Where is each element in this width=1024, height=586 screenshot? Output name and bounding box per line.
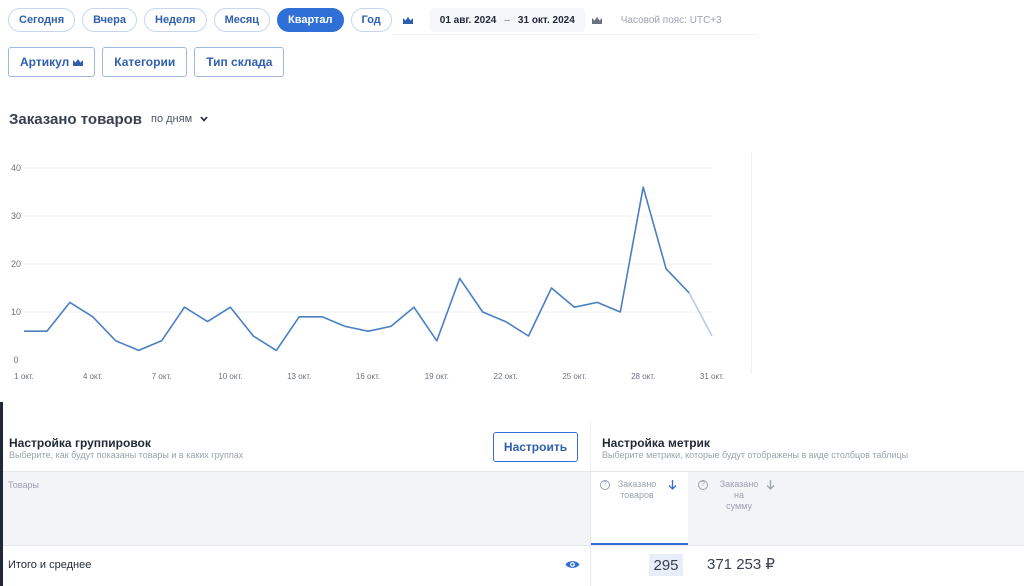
x-tick-label: 4 окт. <box>83 372 103 381</box>
data-point <box>207 321 209 323</box>
divider <box>392 34 758 35</box>
x-tick-label: 7 окт. <box>152 372 172 381</box>
question-icon[interactable]: ? <box>698 480 708 490</box>
data-point <box>688 292 690 294</box>
data-point <box>711 335 713 337</box>
totals-label: Итого и среднее <box>8 559 92 571</box>
data-point <box>574 306 576 308</box>
data-point <box>92 316 94 318</box>
total-ordered-value: 295 <box>649 554 683 576</box>
crown-icon <box>73 58 84 66</box>
x-tick-label: 13 окт. <box>287 372 311 381</box>
series-line <box>24 186 690 352</box>
data-point <box>184 306 186 308</box>
date-range-picker[interactable]: 01 авг. 2024 – 31 окт. 2024 <box>429 8 585 32</box>
grouping-title: Настройка группировок <box>9 436 151 450</box>
period-year-button[interactable]: Год <box>350 8 392 32</box>
grouping-subtitle: Выберите, как будут показаны товары и в … <box>9 450 244 460</box>
period-yesterday-button[interactable]: Вчера <box>82 8 137 32</box>
date-to: 31 окт. 2024 <box>517 14 575 26</box>
y-tick-label: 40 <box>11 163 21 173</box>
data-point <box>642 186 644 188</box>
data-point <box>413 306 415 308</box>
data-point <box>46 330 48 332</box>
column-goods: Товары <box>8 480 39 490</box>
ordered-goods-chart: 0 10 20 30 40 1 окт. 4 окт. 7 окт. 10 окт. 13 окт… <box>11 163 724 381</box>
data-point <box>459 278 461 280</box>
data-point <box>230 306 232 308</box>
crown-icon <box>402 16 413 24</box>
x-tick-label: 28 окт. <box>631 372 655 381</box>
y-tick-label: 0 <box>13 355 18 365</box>
data-point <box>597 302 599 304</box>
data-point <box>161 340 163 342</box>
data-point <box>390 326 392 328</box>
total-sum-value: 371 253 ₽ <box>707 556 775 573</box>
metrics-title: Настройка метрик <box>602 436 710 450</box>
eye-icon[interactable] <box>565 559 580 570</box>
chevron-down-icon <box>200 116 208 122</box>
sort-arrow-down-icon[interactable] <box>668 480 677 490</box>
data-point <box>69 302 71 304</box>
configure-grouping-button[interactable]: Настроить <box>493 432 578 462</box>
column-ordered[interactable]: Заказано товаров <box>611 479 663 501</box>
x-tick-label: 19 окт. <box>425 372 449 381</box>
data-point <box>528 335 530 337</box>
warehouse-type-filter-button[interactable]: Тип склада <box>194 47 285 77</box>
series-line-partial <box>688 292 713 337</box>
sort-arrow-down-icon[interactable] <box>766 480 775 490</box>
crown-icon <box>591 16 602 24</box>
x-tick-label: 1 окт. <box>14 372 34 381</box>
chart-title: Заказано товаров <box>9 111 142 128</box>
chart-mode-label: по дням <box>151 113 193 125</box>
period-month-button[interactable]: Месяц <box>213 8 271 32</box>
data-point <box>115 340 117 342</box>
period-selector: Сегодня Вчера Неделя Месяц Квартал Год 0… <box>8 8 722 32</box>
data-point <box>482 311 484 313</box>
data-point <box>298 316 300 318</box>
metrics-subtitle: Выберите метрики, которые будут отображе… <box>602 450 909 460</box>
chart-right-border <box>751 152 752 374</box>
x-tick-label: 10 окт. <box>218 372 242 381</box>
panel-divider <box>590 422 591 472</box>
data-point <box>551 287 553 289</box>
y-tick-label: 10 <box>11 307 21 317</box>
categories-filter-button[interactable]: Категории <box>102 47 188 77</box>
x-tick-label: 16 окт. <box>356 372 380 381</box>
totals-row <box>3 545 1024 586</box>
period-week-button[interactable]: Неделя <box>144 8 207 32</box>
y-tick-label: 20 <box>11 259 21 269</box>
data-point <box>367 330 369 332</box>
data-point <box>665 268 667 270</box>
x-tick-label: 31 окт. <box>700 372 724 381</box>
period-today-button[interactable]: Сегодня <box>8 8 76 32</box>
data-point <box>275 350 277 352</box>
data-point <box>344 326 346 328</box>
table-header <box>3 471 1024 545</box>
data-point <box>619 311 621 313</box>
period-quarter-button[interactable]: Квартал <box>277 8 344 32</box>
date-from: 01 авг. 2024 <box>439 14 497 26</box>
x-tick-label: 25 окт. <box>562 372 586 381</box>
timezone-label: Часовой пояс: UTC+3 <box>620 14 722 26</box>
question-icon[interactable]: ? <box>600 480 610 490</box>
article-filter-button[interactable]: Артикул <box>8 47 96 77</box>
x-tick-label: 22 окт. <box>494 372 518 381</box>
date-separator: – <box>504 14 510 26</box>
data-point <box>436 340 438 342</box>
data-point <box>253 335 255 337</box>
data-point <box>505 321 507 323</box>
data-point <box>321 316 323 318</box>
y-tick-label: 30 <box>11 211 21 221</box>
filter-bar: Артикул Категории Тип склада <box>8 47 285 77</box>
data-point <box>23 330 25 332</box>
chart-mode-dropdown[interactable]: по дням <box>151 113 208 125</box>
column-ordered-sum[interactable]: Заказано на сумму <box>711 479 767 512</box>
data-point <box>138 350 140 352</box>
